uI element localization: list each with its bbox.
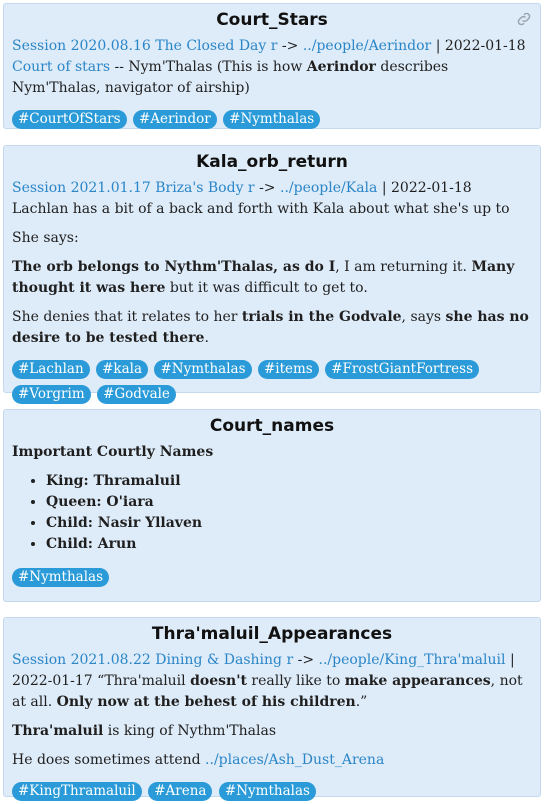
tag[interactable]: #KingThramaluil — [12, 782, 142, 801]
list-item: Queen: O'iara — [46, 492, 532, 513]
tag[interactable]: #kala — [96, 360, 149, 379]
separator: | — [509, 652, 515, 668]
king-line: Thra'maluil is king of Nythm'Thalas — [12, 721, 532, 742]
card-title: Court_names — [209, 416, 335, 436]
list-item: King: Thramaluil — [46, 471, 532, 492]
text: 2022-01-17 “Thra'maluil — [12, 673, 191, 689]
link-icon[interactable] — [515, 10, 533, 28]
text: He does sometimes attend — [12, 752, 206, 768]
card-title: Court_Stars — [216, 10, 328, 30]
tag[interactable]: #Godvale — [97, 385, 176, 404]
subtitle: Important Courtly Names — [12, 444, 214, 460]
session-link[interactable]: Session 2020.08.16 The Closed Day r — [12, 38, 277, 54]
tag[interactable]: #Lachlan — [12, 360, 90, 379]
people-link[interactable]: ../people/Kala — [280, 180, 377, 196]
text: really like to — [246, 673, 345, 689]
text: , I am returning it. — [335, 259, 472, 275]
arrow: -> — [297, 652, 315, 668]
bold-text: Only now at the behest of his children — [56, 694, 356, 710]
people-link[interactable]: ../people/Aerindor — [303, 38, 431, 54]
text: but it was difficult to get to. — [165, 280, 368, 296]
tag[interactable]: #Aerindor — [132, 110, 217, 129]
text: , says — [401, 309, 446, 325]
tag-list: #Nymthalas — [12, 565, 532, 590]
tag[interactable]: #CourtOfStars — [12, 110, 127, 129]
text: -- Nym'Thalas (This is how — [114, 59, 307, 75]
card-kala-orb-return: Kala_orb_return Session 2021.01.17 Briza… — [3, 145, 541, 404]
text: .” — [355, 694, 368, 710]
bold-text: trials in the Godvale — [241, 309, 402, 325]
list-item: Child: Nasir Yllaven — [46, 513, 532, 534]
tag[interactable]: #Vorgrim — [12, 385, 91, 404]
tag-list: #KingThramaluil #Arena #Nymthalas — [12, 779, 532, 804]
card-body: Session 2020.08.16 The Closed Day r -> .… — [12, 36, 532, 99]
arrow: -> — [259, 180, 276, 196]
people-link[interactable]: ../people/King_Thra'maluil — [319, 652, 506, 668]
she-says: She says: — [12, 230, 79, 246]
tag[interactable]: #FrostGiantFortress — [325, 360, 480, 379]
card-body: Session 2021.01.17 Briza's Body r -> ../… — [12, 178, 532, 220]
card-thramaluil-appearances: Thra'maluil_Appearances Session 2021.08.… — [3, 617, 541, 801]
bold-text: Aerindor — [306, 59, 376, 75]
card-body: Session 2021.08.22 Dining & Dashing r ->… — [12, 650, 532, 713]
denial: She denies that it relates to her trials… — [12, 307, 532, 349]
tag[interactable]: #Nymthalas — [12, 568, 110, 587]
bold-text: Thra'maluil — [12, 723, 104, 739]
session-link[interactable]: Session 2021.08.22 Dining & Dashing r — [12, 652, 293, 668]
card-court-names: Court_names Important Courtly Names King… — [3, 409, 541, 602]
bold-text: The orb belongs to Nythm'Thalas, as do I — [12, 259, 336, 275]
tag[interactable]: #items — [257, 360, 319, 379]
arrow: -> — [281, 38, 299, 54]
tag[interactable]: #Nymthalas — [223, 110, 321, 129]
card-court-stars: Court_Stars Session 2020.08.16 The Close… — [3, 3, 541, 129]
tag-list: #CourtOfStars #Aerindor #Nymthalas — [12, 107, 532, 132]
names-list: King: Thramaluil Queen: O'iara Child: Na… — [12, 471, 532, 555]
text: She denies that it relates to her — [12, 309, 242, 325]
tag[interactable]: #Nymthalas — [218, 782, 316, 801]
tag[interactable]: #Arena — [148, 782, 213, 801]
tag[interactable]: #Nymthalas — [154, 360, 252, 379]
separator: | — [435, 38, 441, 54]
date: 2022-01-18 — [444, 38, 526, 54]
list-item: Child: Arun — [46, 534, 532, 555]
place-link[interactable]: ../places/Ash_Dust_Arena — [205, 752, 384, 768]
tag-list: #Lachlan #kala #Nymthalas #items #FrostG… — [12, 357, 532, 407]
card-title: Thra'maluil_Appearances — [151, 624, 393, 644]
card-title: Kala_orb_return — [196, 152, 348, 172]
bold-text: doesn't — [190, 673, 247, 689]
court-link[interactable]: Court of stars — [12, 59, 110, 75]
session-link[interactable]: Session 2021.01.17 Briza's Body r — [12, 180, 255, 196]
text: . — [204, 330, 209, 346]
attend-line: He does sometimes attend ../places/Ash_D… — [12, 750, 532, 771]
bold-text: make appearances — [344, 673, 491, 689]
separator: | — [381, 180, 387, 196]
quote: The orb belongs to Nythm'Thalas, as do I… — [12, 257, 532, 299]
text: is king of Nythm'Thalas — [103, 723, 277, 739]
